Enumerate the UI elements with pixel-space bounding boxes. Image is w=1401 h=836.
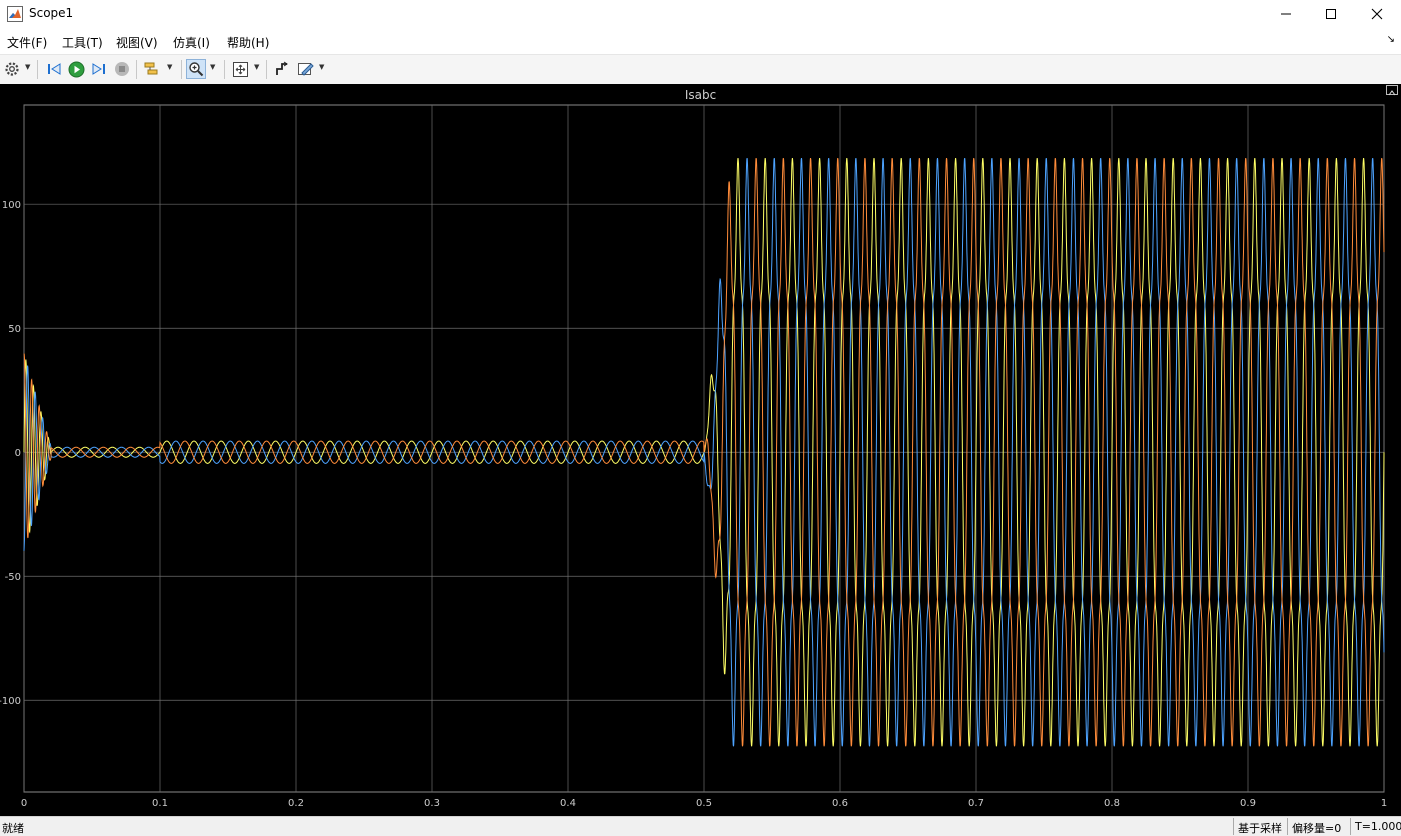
maximize-icon: [1326, 9, 1336, 19]
y-tick-label: 0: [15, 448, 21, 459]
y-tick-label: 50: [8, 324, 21, 335]
status-offset: 偏移量=0: [1287, 818, 1349, 835]
style-icon: [298, 63, 314, 76]
dock-arrow-icon[interactable]: ↘: [1387, 34, 1395, 45]
toolbar-separator: [181, 60, 182, 79]
stop-button[interactable]: [112, 59, 132, 79]
minimize-button[interactable]: [1263, 0, 1309, 28]
signal-highlight-button[interactable]: [143, 59, 163, 79]
window-titlebar: Scope1: [0, 0, 1401, 28]
x-tick-label: 0.3: [424, 798, 440, 809]
status-bar: 就绪 基于采样 偏移量=0 T=1.000: [0, 816, 1401, 836]
chevron-down-icon[interactable]: ▼: [210, 63, 218, 75]
gear-icon: [5, 62, 19, 76]
y-tick-label: 100: [2, 200, 21, 211]
autoscale-button[interactable]: [230, 59, 250, 79]
x-tick-label: 0.2: [288, 798, 304, 809]
menu-file[interactable]: 文件(F): [7, 34, 47, 51]
scope-display: Isabc 0 0.1 0.2 0.3 0.4 0.5 0.6 0.7 0.8 0.9 1 100 50…: [0, 84, 1401, 816]
run-button[interactable]: [66, 59, 86, 79]
step-back-button[interactable]: [44, 59, 64, 79]
stop-icon: [115, 62, 129, 76]
step-back-icon: [48, 63, 61, 75]
x-tick-label: 1: [1381, 798, 1387, 809]
menu-bar: 文件(F) 工具(T) 视图(V) 仿真(I) 帮助(H) ↘: [0, 28, 1401, 54]
status-time: T=1.000: [1350, 818, 1401, 835]
menu-simulation[interactable]: 仿真(I): [173, 34, 210, 51]
menu-help[interactable]: 帮助(H): [227, 34, 269, 51]
maximize-button[interactable]: [1308, 0, 1354, 28]
current-chart[interactable]: 0 0.1 0.2 0.3 0.4 0.5 0.6 0.7 0.8 0.9 1 100 50 0 -50 -1…: [0, 84, 1401, 816]
x-tick-label: 0.5: [696, 798, 712, 809]
toolbar-separator: [136, 60, 137, 79]
configuration-button[interactable]: [2, 59, 22, 79]
x-tick-label: 0: [21, 798, 27, 809]
cursor-measure-icon: [276, 61, 288, 75]
chevron-down-icon[interactable]: ▼: [319, 63, 327, 75]
x-tick-label: 0.6: [832, 798, 848, 809]
x-tick-label: 0.1: [152, 798, 168, 809]
close-icon: [1371, 8, 1383, 20]
step-forward-button[interactable]: [89, 59, 109, 79]
status-ready: 就绪: [2, 822, 24, 835]
cursor-measure-button[interactable]: [272, 59, 292, 79]
menu-view[interactable]: 视图(V): [116, 34, 158, 51]
x-tick-label: 0.4: [560, 798, 576, 809]
y-tick-label: -50: [5, 572, 21, 583]
toolbar-separator: [266, 60, 267, 79]
autoscale-icon: [232, 61, 248, 77]
minimize-icon: [1281, 13, 1291, 15]
close-button[interactable]: [1354, 0, 1400, 28]
zoom-in-button[interactable]: [186, 59, 206, 79]
x-tick-label: 0.7: [968, 798, 984, 809]
y-tick-label: -100: [0, 696, 21, 707]
run-icon: [68, 61, 84, 77]
x-tick-label: 0.8: [1104, 798, 1120, 809]
style-button[interactable]: [296, 59, 316, 79]
status-sample-based: 基于采样: [1233, 818, 1286, 835]
signal-highlight-icon: [144, 62, 158, 75]
toolbar: ▼ ▼ ▼ ▼ ▼: [0, 54, 1401, 85]
x-tick-label: 0.9: [1240, 798, 1256, 809]
zoom-in-icon: [189, 62, 204, 77]
matlab-app-icon: [7, 6, 23, 22]
step-forward-icon: [92, 63, 105, 75]
window-title: Scope1: [29, 6, 74, 20]
menu-tools[interactable]: 工具(T): [62, 34, 103, 51]
toolbar-separator: [224, 60, 225, 79]
chevron-down-icon[interactable]: ▼: [167, 63, 175, 75]
toolbar-separator: [37, 60, 38, 79]
chevron-down-icon[interactable]: ▼: [25, 63, 33, 75]
chevron-down-icon[interactable]: ▼: [254, 63, 262, 75]
